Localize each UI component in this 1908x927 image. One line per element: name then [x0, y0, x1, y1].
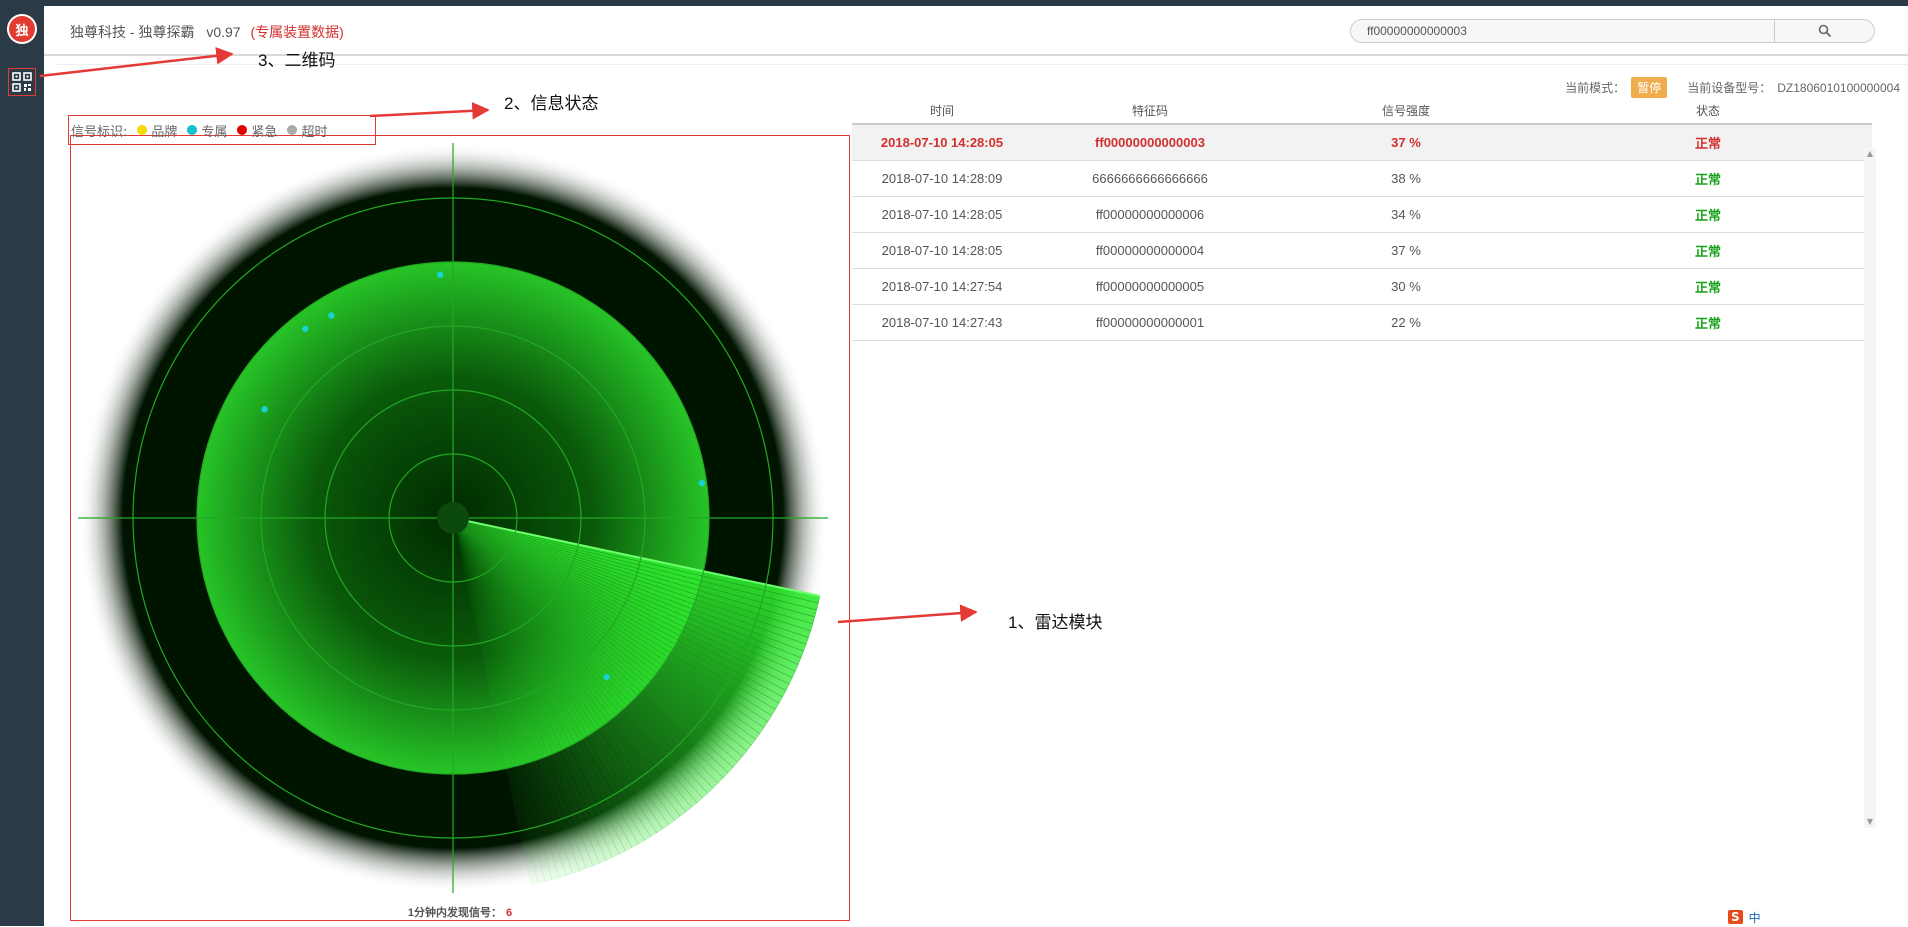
app-title: 独尊科技 - 独尊探霸 v0.97 (专属装置数据) [70, 22, 344, 42]
col-time: 时间 [929, 103, 954, 118]
scroll-up-icon[interactable]: ▲ [1864, 148, 1876, 160]
table-row[interactable]: 2018-07-10 14:28:09 6666666666666666 38 % 正… [852, 160, 1872, 196]
cell-code: ff00000000000003 [1095, 135, 1205, 150]
col-code: 特征码 [1131, 103, 1168, 118]
col-status: 状态 [1695, 103, 1720, 118]
legend-item-timeout: 超时 [287, 121, 327, 140]
search-input[interactable] [1365, 23, 1775, 39]
cell-code: ff00000000000005 [1095, 279, 1205, 294]
cell-status: 正常 [1694, 172, 1721, 187]
ime-lang[interactable]: 中 [1749, 909, 1761, 926]
radar-blip [261, 406, 268, 413]
cell-status: 正常 [1694, 280, 1721, 295]
table-row[interactable]: 2018-07-10 14:27:43 ff00000000000001 22 % 正… [852, 304, 1872, 341]
table-row[interactable]: 2018-07-10 14:28:05 ff00000000000006 34 % 正… [852, 196, 1872, 232]
radar-blip [328, 312, 335, 319]
signal-count-label: 1分钟内发现信号： [407, 907, 502, 919]
radar-display [78, 143, 828, 893]
cell-time: 2018-07-10 14:27:43 [881, 315, 1003, 330]
scroll-down-icon[interactable]: ▼ [1864, 816, 1876, 828]
mode-row: 当前模式： 暂停 当前设备型号： DZ1806010100000004 [1565, 77, 1900, 98]
device-label: 当前设备型号： [1687, 81, 1772, 95]
cell-code: ff00000000000006 [1095, 207, 1205, 222]
annotation-qr: 3、二维码 [258, 51, 336, 70]
cell-time: 2018-07-10 14:28:05 [880, 135, 1004, 150]
table-row[interactable]: 2018-07-10 14:28:05 ff00000000000003 37 % 正… [852, 123, 1872, 160]
radar-center [437, 502, 469, 534]
cell-time: 2018-07-10 14:27:54 [881, 279, 1003, 294]
dot-icon [187, 125, 198, 135]
signal-count: 6 [506, 907, 513, 919]
legend-item-brand: 品牌 [137, 121, 177, 140]
legend-label: 信号标识: [71, 124, 128, 140]
dot-icon [287, 125, 298, 135]
table-body: 2018-07-10 14:28:05 ff00000000000003 37 % 正… [852, 123, 1872, 341]
table-scrollbar[interactable]: ▲ ▼ [1864, 148, 1876, 828]
ime-icon[interactable]: S [1728, 910, 1743, 924]
cell-time: 2018-07-10 14:28:05 [881, 207, 1003, 222]
mode-label: 当前模式： [1565, 81, 1626, 95]
table-row[interactable]: 2018-07-10 14:27:54 ff00000000000005 30 % 正… [852, 268, 1872, 304]
main-content: 当前模式： 暂停 当前设备型号： DZ1806010100000004 1分钟内… [56, 64, 1908, 927]
radar-module: 1分钟内发现信号： 6 [70, 135, 850, 921]
legend-item-exclusive: 专属 [187, 121, 227, 140]
radar-blip [437, 271, 444, 278]
cell-status: 正常 [1694, 208, 1721, 223]
cell-status: 正常 [1694, 136, 1721, 151]
left-sidebar: 独 [0, 0, 44, 926]
brand-logo-icon[interactable]: 独 [7, 14, 37, 44]
pause-button[interactable]: 暂停 [1631, 77, 1668, 98]
radar-blip [603, 673, 610, 681]
radar-footer: 1分钟内发现信号： 6 [71, 904, 849, 920]
dot-icon [237, 125, 248, 135]
device-value: DZ1806010100000004 [1777, 80, 1900, 95]
data-source-tag: (专属装置数据) [250, 24, 344, 40]
app-name: 独尊科技 - 独尊探霸 [70, 24, 195, 40]
radar-blip [302, 325, 309, 333]
qr-code-icon [12, 72, 32, 92]
cell-status: 正常 [1694, 244, 1721, 259]
cell-time: 2018-07-10 14:28:09 [881, 171, 1003, 186]
search-box [1350, 19, 1875, 43]
cell-strength: 22 % [1391, 315, 1421, 330]
cell-code: ff00000000000004 [1095, 243, 1205, 258]
search-icon [1818, 24, 1831, 38]
annotation-radar: 1、雷达模块 [1008, 613, 1103, 632]
cell-strength: 34 % [1391, 207, 1421, 222]
signal-legend: 信号标识: 品牌 专属 紧急 超时 [68, 115, 376, 145]
cell-time: 2018-07-10 14:28:05 [881, 243, 1003, 258]
system-tray: S 中 [1722, 908, 1908, 926]
cell-strength: 37 % [1391, 243, 1421, 258]
cell-strength: 38 % [1391, 171, 1421, 186]
qr-code-button[interactable] [8, 68, 36, 96]
signal-table: 时间 特征码 信号强度 状态 2018-07-10 14:28:05 ff0000… [852, 97, 1872, 341]
col-strength: 信号强度 [1381, 103, 1430, 118]
annotation-status: 2、信息状态 [504, 94, 599, 113]
cell-code: ff00000000000001 [1095, 315, 1205, 330]
legend-item-emergency: 紧急 [237, 121, 277, 140]
table-header: 时间 特征码 信号强度 状态 [852, 97, 1872, 123]
cell-strength: 37 % [1391, 135, 1421, 150]
dot-icon [137, 125, 148, 135]
app-version: v0.97 [206, 24, 241, 40]
cell-strength: 30 % [1391, 279, 1421, 294]
search-button[interactable] [1774, 20, 1874, 42]
radar-blip [698, 479, 706, 487]
table-row[interactable]: 2018-07-10 14:28:05 ff00000000000004 37 % 正… [852, 232, 1872, 268]
cell-status: 正常 [1694, 316, 1721, 331]
cell-code: 6666666666666666 [1092, 171, 1208, 186]
